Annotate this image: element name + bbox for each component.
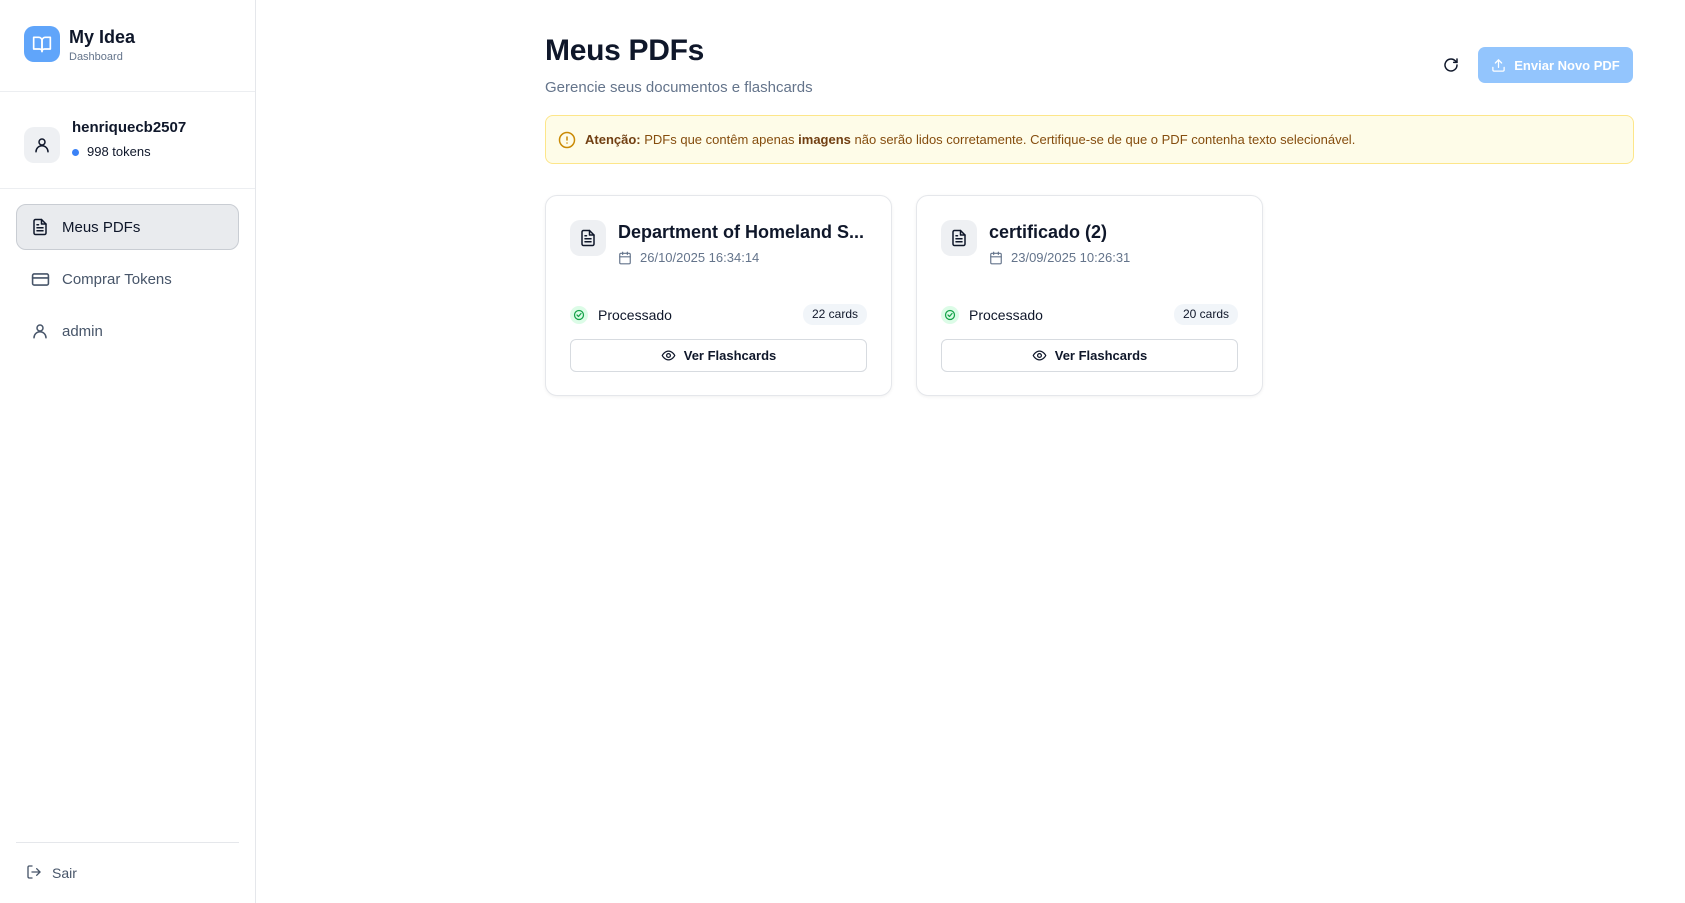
log-out-icon (26, 864, 42, 883)
sidebar-item-comprar-tokens[interactable]: Comprar Tokens (16, 256, 239, 302)
calendar-icon (619, 251, 631, 264)
logout-button[interactable]: Sair (16, 842, 239, 903)
view-flashcards-button[interactable]: Ver Flashcards (941, 339, 1238, 372)
pdf-card: certificado (2) 23/09/2025 10:26:31 Proc… (916, 195, 1263, 396)
app: My Idea Dashboard henriquecb2507 998 tok… (0, 0, 1685, 903)
sidebar-item-label: Meus PDFs (62, 218, 141, 236)
book-open-icon (24, 26, 60, 62)
pdf-status-row: Processado 20 cards (941, 304, 1238, 325)
pdf-status-row: Processado 22 cards (570, 304, 867, 325)
refresh-icon (1444, 58, 1458, 72)
credit-card-icon (29, 268, 51, 290)
page-header: Meus PDFs Gerencie seus documentos e fla… (545, 32, 813, 98)
alert-circle-icon (558, 131, 576, 148)
user-icon (29, 320, 51, 342)
pdf-date-text: 26/10/2025 16:34:14 (640, 250, 760, 265)
pdf-status: Processado (969, 306, 1043, 323)
file-text-icon (941, 220, 977, 256)
upload-label: Enviar Novo PDF (1514, 57, 1620, 73)
pdf-card-grid: Department of Homeland S... 26/10/2025 1… (545, 195, 1263, 396)
logout-label: Sair (52, 865, 77, 881)
sidebar-item-admin[interactable]: admin (16, 308, 239, 354)
main-content: Meus PDFs Gerencie seus documentos e fla… (256, 0, 1685, 903)
upload-icon (1492, 58, 1506, 72)
cards-count-badge: 22 cards (802, 304, 867, 325)
sidebar-nav: Meus PDFs Comprar Tokens admin (0, 189, 255, 354)
brand-subtitle: Dashboard (69, 51, 123, 63)
alert-text-before: PDFs que contêm apenas (640, 132, 799, 147)
cards-count-badge: 20 cards (1173, 304, 1238, 325)
alert-prefix: Atenção: (585, 132, 641, 147)
token-balance: 998 tokens (72, 144, 186, 160)
pdf-date-text: 23/09/2025 10:26:31 (1011, 250, 1131, 265)
view-flashcards-label: Ver Flashcards (1054, 348, 1148, 363)
page-subtitle: Gerencie seus documentos e flashcards (545, 79, 813, 96)
view-flashcards-button[interactable]: Ver Flashcards (570, 339, 867, 372)
pdf-date: 23/09/2025 10:26:31 (989, 250, 1238, 265)
sidebar-item-label: Comprar Tokens (62, 270, 172, 288)
eye-icon (1032, 350, 1047, 361)
calendar-icon (990, 251, 1002, 264)
brand-title: My Idea (69, 27, 136, 47)
sidebar-item-label: admin (62, 322, 103, 340)
file-text-icon (570, 220, 606, 256)
warning-alert: Atenção: PDFs que contêm apenas imagens … (545, 115, 1634, 164)
pdf-date: 26/10/2025 16:34:14 (618, 250, 867, 265)
file-text-icon (29, 216, 51, 238)
token-count: 998 tokens (87, 144, 151, 159)
alert-text-after: não serão lidos corretamente. Certifique… (850, 132, 1356, 147)
pdf-title: certificado (2) (989, 222, 1108, 242)
brand: My Idea Dashboard (0, 0, 255, 92)
username: henriquecb2507 (72, 119, 187, 136)
user-icon (24, 127, 60, 163)
alert-emphasis: imagens (798, 132, 851, 147)
upload-pdf-button[interactable]: Enviar Novo PDF (1478, 47, 1633, 83)
eye-icon (661, 350, 676, 361)
check-circle-icon (941, 305, 959, 324)
pdf-card: Department of Homeland S... 26/10/2025 1… (545, 195, 892, 396)
sidebar-item-meus-pdfs[interactable]: Meus PDFs (16, 204, 239, 250)
token-dot (72, 148, 79, 156)
user-panel: henriquecb2507 998 tokens (0, 92, 255, 189)
view-flashcards-label: Ver Flashcards (683, 348, 777, 363)
pdf-status: Processado (598, 306, 672, 323)
page-title: Meus PDFs (545, 34, 705, 67)
refresh-button[interactable] (1440, 54, 1462, 76)
sidebar: My Idea Dashboard henriquecb2507 998 tok… (0, 0, 256, 903)
pdf-title: Department of Homeland S... (618, 222, 865, 242)
alert-text: Atenção: PDFs que contêm apenas imagens … (585, 132, 1355, 147)
check-circle-icon (570, 305, 588, 324)
